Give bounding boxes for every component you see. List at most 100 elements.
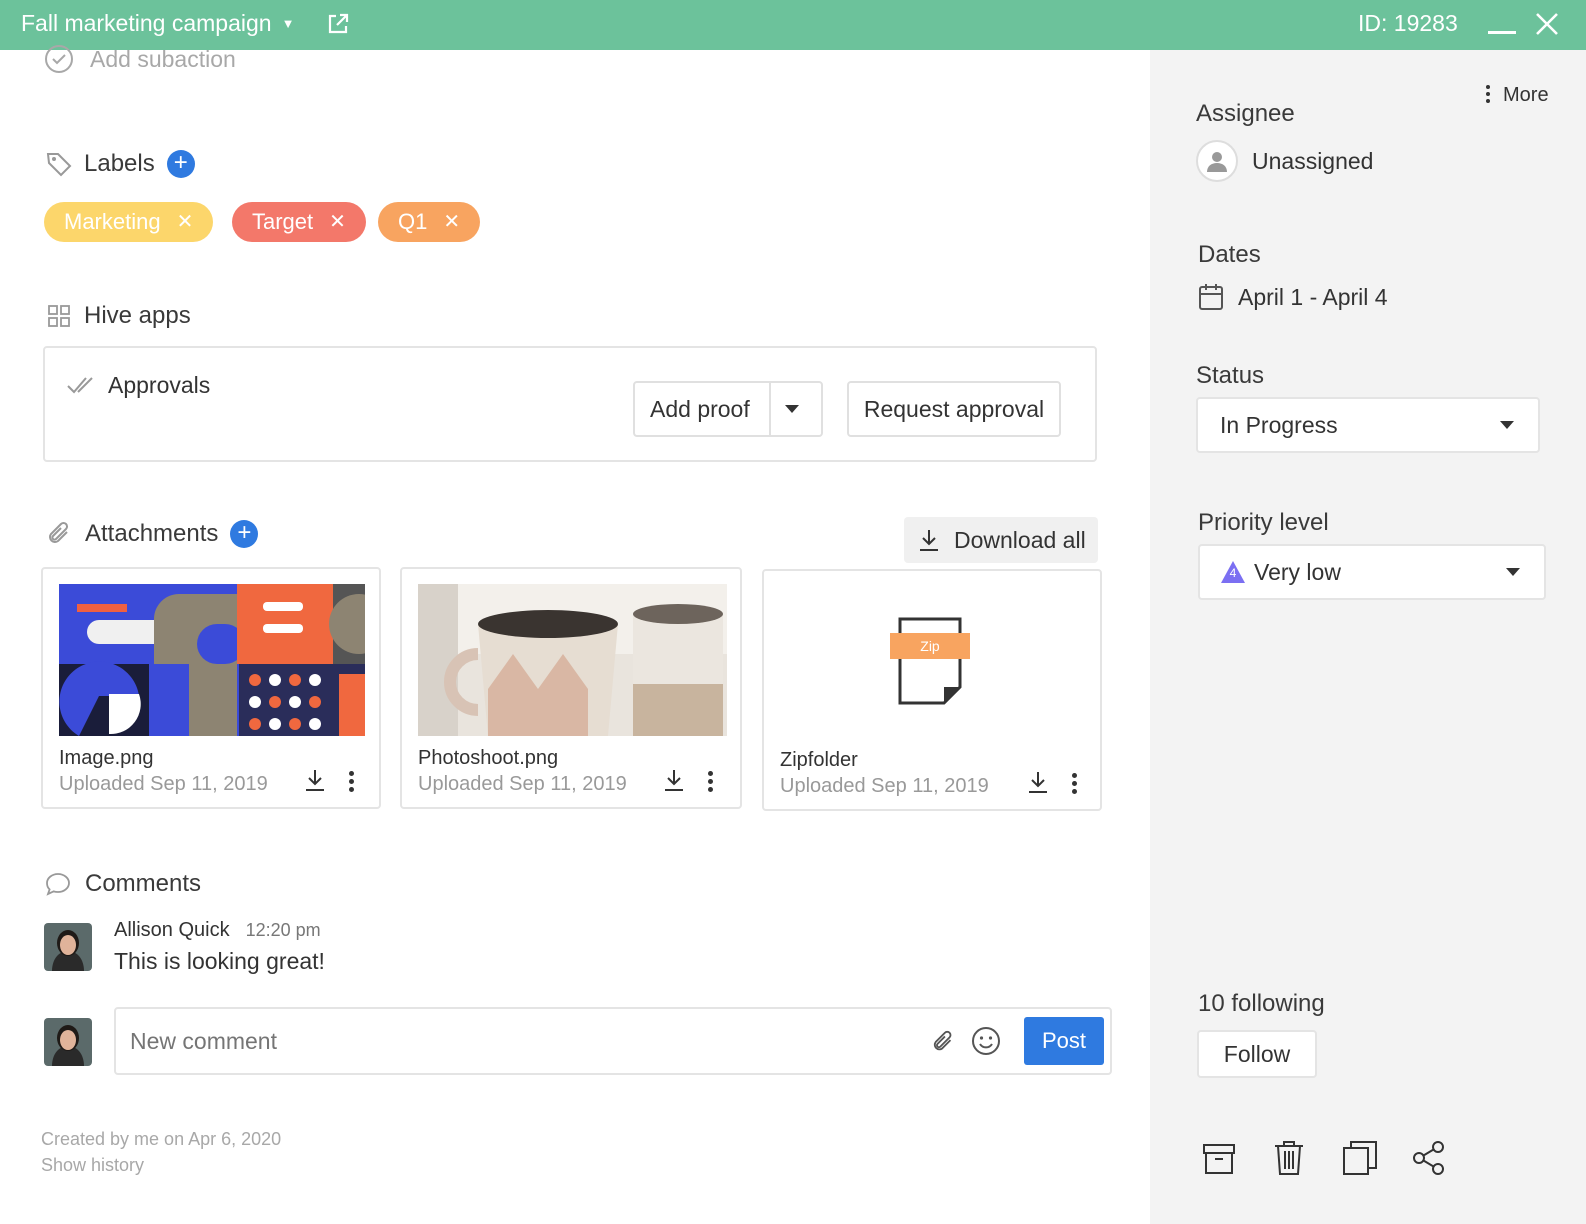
attachment-card-image[interactable]: Image.png Uploaded Sep 11, 2019: [41, 567, 381, 809]
kebab-icon: [1486, 85, 1491, 106]
attachment-thumbnail-illustration[interactable]: [59, 584, 365, 736]
emoji-icon[interactable]: [971, 1026, 1001, 1056]
more-menu-button[interactable]: More: [1486, 84, 1549, 107]
avatar-image: [44, 923, 92, 971]
download-icon: [920, 530, 938, 551]
label-chip-name: Target: [252, 209, 314, 234]
comment-text: This is looking great!: [114, 948, 325, 974]
approvals-app: Approvals Add proof Request approval: [43, 346, 1097, 462]
remove-label-icon[interactable]: ✕: [177, 202, 194, 242]
more-options-icon[interactable]: [1072, 773, 1077, 797]
share-icon[interactable]: [1412, 1140, 1446, 1176]
add-proof-button[interactable]: Add proof: [635, 396, 770, 423]
task-sidebar: More Assignee Unassigned Dates April 1 -…: [1150, 50, 1586, 1224]
add-label-button[interactable]: +: [166, 150, 195, 178]
attachment-uploaded: Uploaded Sep 11, 2019: [780, 775, 989, 797]
attachment-card-photoshoot[interactable]: Photoshoot.png Uploaded Sep 11, 2019: [400, 567, 742, 809]
grid-icon: [48, 305, 70, 327]
archive-icon[interactable]: [1202, 1142, 1236, 1176]
new-comment-input[interactable]: [130, 1021, 900, 1061]
approvals-title: Approvals: [108, 372, 211, 398]
comment-meta: Allison Quick 12:20 pm: [114, 919, 321, 942]
add-attachment-button[interactable]: +: [230, 520, 259, 548]
label-chip-q1[interactable]: Q1 ✕: [378, 202, 481, 242]
post-button[interactable]: Post: [1024, 1017, 1104, 1065]
hive-apps-header: Hive apps: [48, 302, 191, 330]
calendar-icon: [1199, 284, 1223, 310]
duplicate-icon[interactable]: [1342, 1140, 1378, 1176]
request-approval-button[interactable]: Request approval: [847, 381, 1061, 437]
download-icon[interactable]: [664, 769, 684, 791]
add-subaction-label: Add subaction: [90, 45, 236, 72]
paperclip-icon[interactable]: [932, 1029, 956, 1055]
attachment-card-zipfolder[interactable]: Zip Zipfolder Uploaded Sep 11, 2019: [762, 569, 1102, 811]
comments-title: Comments: [85, 870, 202, 897]
labels-header: Labels +: [46, 150, 195, 178]
following-count: 10 following: [1198, 990, 1325, 1017]
label-chip-marketing[interactable]: Marketing ✕: [44, 202, 214, 242]
comment-author[interactable]: Allison Quick: [114, 919, 230, 942]
check-circle-icon: [45, 45, 73, 73]
labels-title: Labels: [84, 150, 155, 177]
minimize-icon[interactable]: [1488, 31, 1516, 34]
dates-label: Dates: [1198, 241, 1261, 268]
dates-value: April 1 - April 4: [1238, 283, 1388, 310]
attachment-uploaded: Uploaded Sep 11, 2019: [59, 773, 268, 795]
zip-badge: Zip: [890, 633, 970, 659]
avatar[interactable]: [44, 923, 92, 971]
chevron-down-icon: [1506, 568, 1520, 576]
attachments-header: Attachments +: [47, 520, 259, 548]
trash-icon[interactable]: [1274, 1140, 1304, 1176]
dates-picker[interactable]: April 1 - April 4: [1198, 283, 1388, 311]
show-history-link[interactable]: Show history: [41, 1155, 144, 1176]
title-bar: Fall marketing campaign ▼ ID: 19283: [0, 0, 1586, 50]
status-label: Status: [1196, 362, 1265, 389]
user-icon: [1196, 140, 1238, 182]
mugs-photo: [418, 584, 727, 736]
label-chip-name: Q1: [398, 209, 428, 234]
download-all-button[interactable]: Download all: [904, 517, 1098, 563]
illustration-image: [59, 584, 365, 736]
chevron-down-icon: [1500, 421, 1514, 429]
label-chip-target[interactable]: Target ✕: [232, 202, 366, 242]
assignee-value: Unassigned: [1252, 147, 1374, 174]
avatar-image: [44, 1018, 92, 1066]
attachment-thumbnail-photo[interactable]: [418, 584, 727, 736]
more-options-icon[interactable]: [349, 771, 354, 795]
status-select[interactable]: In Progress: [1196, 397, 1540, 453]
more-options-icon[interactable]: [708, 771, 713, 795]
comment-time: 12:20 pm: [245, 920, 321, 940]
remove-label-icon[interactable]: ✕: [329, 202, 346, 242]
follow-button[interactable]: Follow: [1197, 1030, 1317, 1078]
task-main-panel: Add subaction Labels + Marketing ✕ Targe…: [0, 45, 1150, 1224]
label-chip-name: Marketing: [64, 209, 161, 234]
double-check-icon: [67, 377, 93, 394]
attachment-name[interactable]: Zipfolder: [780, 749, 858, 772]
tag-icon: [46, 153, 72, 177]
project-title-dropdown[interactable]: Fall marketing campaign ▼: [21, 10, 294, 37]
priority-icon: 4: [1220, 560, 1246, 584]
priority-label: Priority level: [1198, 509, 1329, 536]
zip-file-icon[interactable]: Zip: [890, 616, 970, 706]
task-id: ID: 19283: [1358, 10, 1458, 36]
download-icon[interactable]: [1028, 771, 1048, 793]
attachment-name[interactable]: Photoshoot.png: [418, 747, 558, 770]
current-user-avatar: [44, 1018, 92, 1066]
download-icon[interactable]: [305, 769, 325, 791]
priority-value: Very low: [1254, 559, 1341, 585]
add-proof-split-button: Add proof: [633, 381, 823, 437]
more-label: More: [1503, 84, 1549, 106]
remove-label-icon[interactable]: ✕: [443, 202, 460, 242]
external-link-icon[interactable]: [326, 12, 350, 36]
close-icon[interactable]: [1535, 12, 1559, 36]
priority-select[interactable]: 4 Very low: [1198, 544, 1546, 600]
attachments-title: Attachments: [85, 520, 219, 547]
hive-apps-title: Hive apps: [84, 302, 191, 329]
comment-icon: [46, 873, 70, 896]
add-proof-dropdown-icon[interactable]: [785, 405, 799, 413]
caret-down-icon: ▼: [281, 16, 295, 31]
attachment-name[interactable]: Image.png: [59, 747, 154, 770]
person-icon: [1207, 152, 1227, 172]
assignee-picker[interactable]: Unassigned: [1196, 140, 1373, 182]
add-subaction[interactable]: Add subaction: [44, 44, 236, 74]
